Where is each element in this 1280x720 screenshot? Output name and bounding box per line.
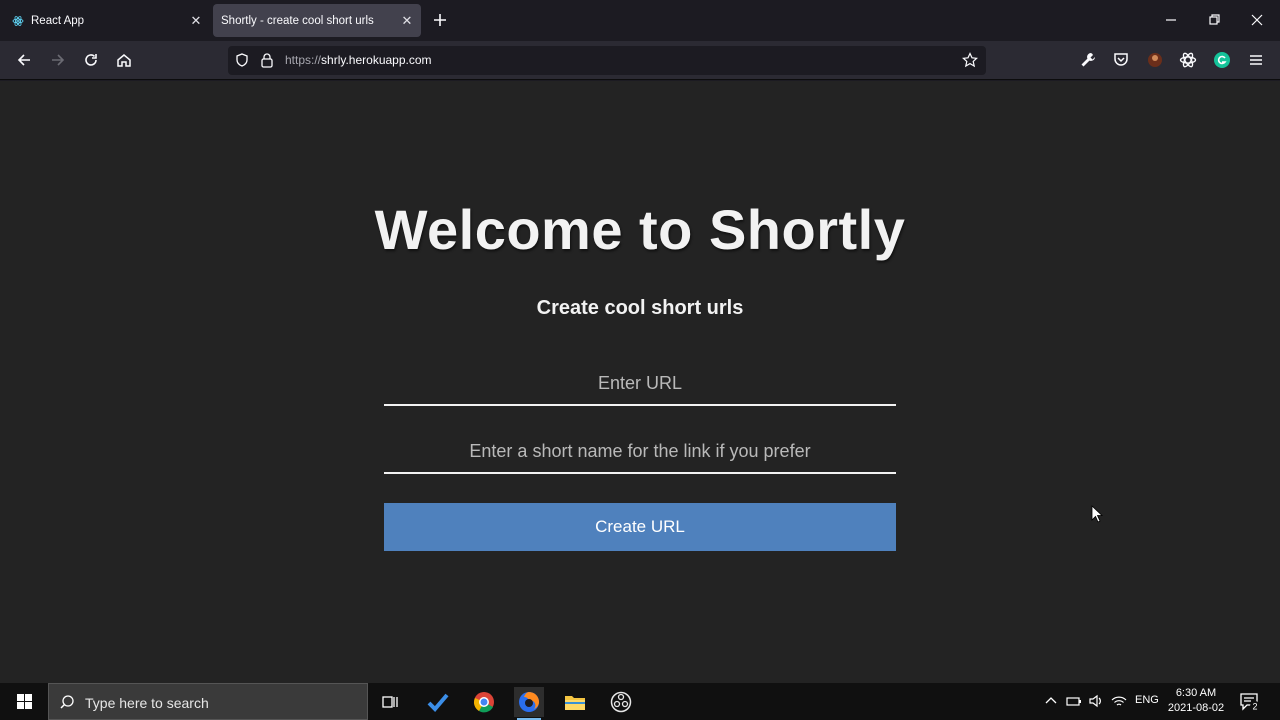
back-icon[interactable] (14, 50, 34, 70)
minimize-icon[interactable] (1159, 8, 1183, 32)
clock-time: 6:30 AM (1175, 687, 1217, 699)
url-input[interactable] (384, 362, 896, 406)
search-icon (60, 695, 74, 709)
todo-app-icon[interactable] (423, 687, 453, 717)
create-url-button[interactable]: Create URL (384, 503, 896, 551)
lock-icon[interactable] (260, 52, 274, 68)
wrench-icon[interactable] (1078, 50, 1098, 70)
taskbar-search-box[interactable]: Type here to search (48, 683, 368, 720)
wifi-icon[interactable] (1110, 692, 1128, 710)
battery-icon[interactable] (1065, 692, 1083, 710)
short-name-input[interactable] (384, 430, 896, 474)
windows-start-icon[interactable] (4, 683, 44, 720)
file-explorer-icon[interactable] (560, 687, 590, 717)
firefox-icon[interactable] (514, 687, 544, 720)
pocket-icon[interactable] (1111, 50, 1131, 70)
close-window-icon[interactable] (1245, 8, 1269, 32)
search-placeholder: Type here to search (85, 695, 209, 711)
restore-icon[interactable] (1202, 8, 1226, 32)
windows-taskbar: Type here to search ENG 6:30 AM 2021-08-… (0, 683, 1280, 720)
notification-count: 2 (1252, 702, 1257, 712)
browser-toolbar: https://shrly.herokuapp.com (0, 41, 1280, 80)
system-clock[interactable]: 6:30 AM 2021-08-02 (1164, 686, 1228, 716)
notification-center-icon[interactable]: 2 (1238, 690, 1260, 712)
close-tab-icon[interactable]: ✕ (397, 13, 417, 29)
react-icon (12, 15, 24, 27)
page-content: Welcome to Shortly Create cool short url… (0, 81, 1280, 683)
close-tab-icon[interactable]: ✕ (186, 13, 206, 29)
chevron-up-icon[interactable] (1042, 692, 1060, 710)
menu-icon[interactable] (1246, 50, 1266, 70)
tab-react-app[interactable]: React App ✕ (4, 4, 210, 37)
react-devtools-icon[interactable] (1178, 50, 1198, 70)
task-view-icon[interactable] (375, 687, 405, 717)
home-icon[interactable] (114, 50, 134, 70)
clock-date: 2021-08-02 (1167, 702, 1225, 714)
obs-icon[interactable] (606, 687, 636, 717)
tab-title: React App (31, 14, 85, 27)
browser-tab-bar: React App ✕ Shortly - create cool short … (0, 0, 1280, 41)
url-text: https://shrly.herokuapp.com (285, 53, 432, 67)
grammarly-icon[interactable] (1212, 50, 1232, 70)
tab-shortly[interactable]: Shortly - create cool short urls ✕ (213, 4, 421, 37)
volume-icon[interactable] (1087, 692, 1105, 710)
address-bar[interactable]: https://shrly.herokuapp.com (228, 46, 986, 75)
shield-icon[interactable] (234, 52, 250, 68)
reload-icon[interactable] (81, 50, 101, 70)
page-title: Welcome to Shortly (374, 198, 906, 261)
new-tab-icon[interactable] (430, 10, 450, 30)
mouse-cursor-icon (1091, 505, 1103, 523)
chrome-icon[interactable] (469, 687, 499, 717)
tab-title: Shortly - create cool short urls (221, 14, 374, 27)
profile-avatar-icon[interactable] (1145, 50, 1165, 70)
forward-icon[interactable] (48, 50, 68, 70)
page-subtitle: Create cool short urls (536, 297, 744, 319)
language-indicator[interactable]: ENG (1135, 694, 1159, 706)
bookmark-star-icon[interactable] (962, 52, 978, 68)
